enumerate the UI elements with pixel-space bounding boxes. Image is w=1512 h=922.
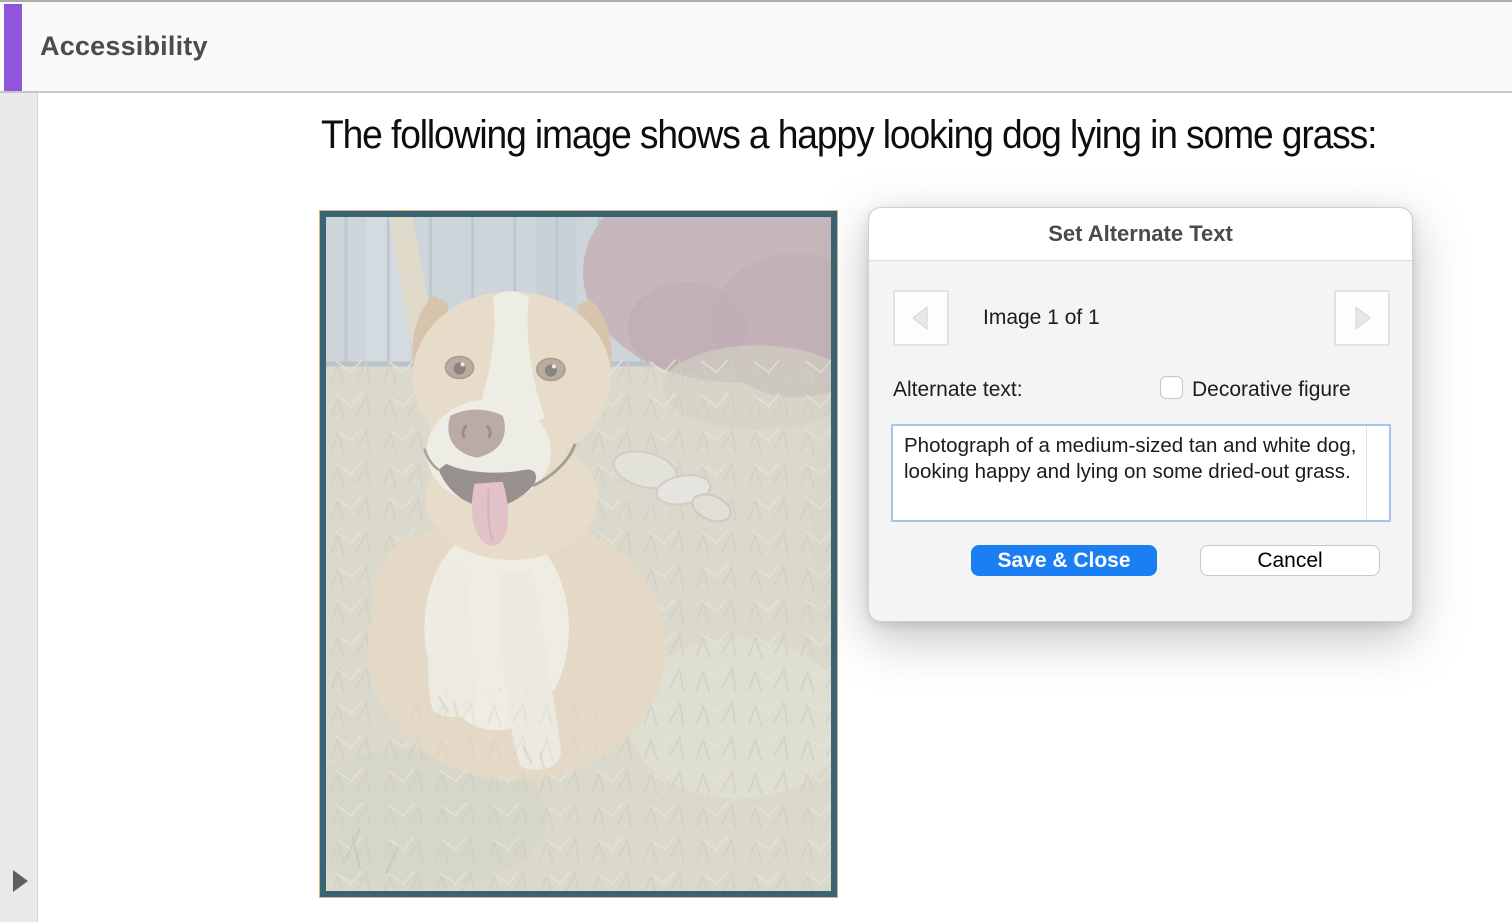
previous-image-button[interactable] xyxy=(893,290,949,346)
page-title: Accessibility xyxy=(40,2,208,91)
dialog-title: Set Alternate Text xyxy=(869,208,1412,261)
panel-header: Accessibility xyxy=(0,0,1512,93)
document-figure-dog-photo[interactable] xyxy=(320,211,837,897)
image-counter-label: Image 1 of 1 xyxy=(983,290,1100,346)
save-and-close-button[interactable]: Save & Close xyxy=(971,545,1157,576)
set-alternate-text-dialog: Set Alternate Text Image 1 of 1 Alternat… xyxy=(868,207,1413,622)
purple-accent-bar xyxy=(4,4,22,91)
document-heading: The following image shows a happy lookin… xyxy=(321,113,1376,158)
right-triangle-icon xyxy=(1349,305,1375,331)
alternate-text-label: Alternate text: xyxy=(893,378,1023,402)
next-image-button[interactable] xyxy=(1334,290,1390,346)
alt-text-input[interactable]: Photograph of a medium-sized tan and whi… xyxy=(891,424,1391,522)
alt-text-field-wrap: Photograph of a medium-sized tan and whi… xyxy=(891,424,1391,522)
decorative-figure-label: Decorative figure xyxy=(1192,378,1351,402)
highlight-overlay xyxy=(326,217,831,891)
expand-panel-icon[interactable] xyxy=(13,870,28,892)
left-triangle-icon xyxy=(908,305,934,331)
cancel-button[interactable]: Cancel xyxy=(1200,545,1380,576)
left-panel-rail xyxy=(0,93,38,922)
app-window: Accessibility The following image shows … xyxy=(0,0,1512,922)
dog-photo-illustration xyxy=(326,217,831,891)
decorative-figure-checkbox[interactable] xyxy=(1160,376,1183,399)
